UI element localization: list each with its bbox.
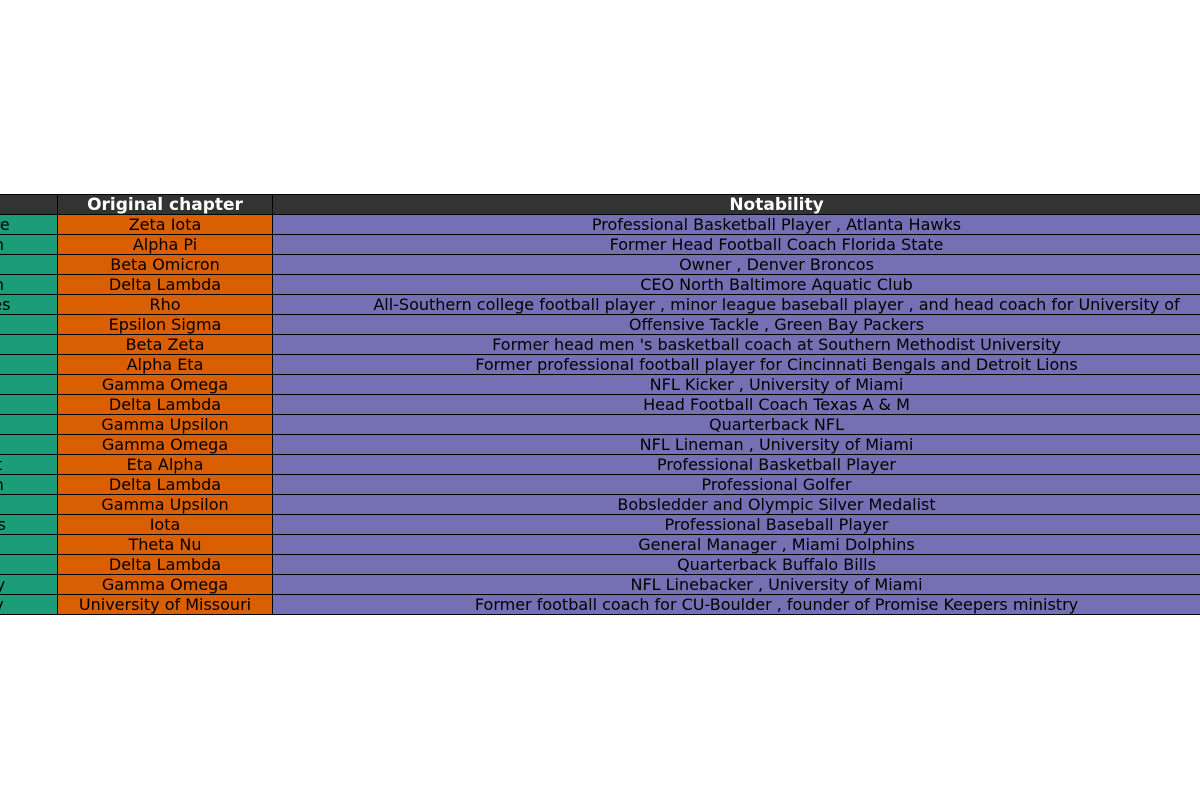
notability-cell: Head Football Coach Texas A & M [272,394,1200,415]
name-cell: el [0,554,58,575]
table-row: enBeta OmicronOwner , Denver Broncos [0,254,1200,275]
name-cell: ant [0,454,58,475]
table-row: onEpsilon SigmaOffensive Tackle , Green … [0,314,1200,335]
name-cell: reys [0,514,58,535]
table-row: eenDelta LambdaProfessional Golfer [0,474,1200,495]
original-chapter-cell: Zeta Iota [57,214,273,235]
table-row: denAlpha PiFormer Head Football Coach Fl… [0,234,1200,255]
table-figure: Original chapter Notability moreZeta Iot… [0,0,1200,800]
notability-cell: Former football coach for CU-Boulder , f… [272,594,1200,615]
table-row: nisAlpha EtaFormer professional football… [0,354,1200,375]
name-cell: tte [0,414,58,435]
notability-cell: All-Southern college football player , m… [272,294,1200,315]
table-row: ysGamma UpsilonBobsledder and Olympic Si… [0,494,1200,515]
column-header-original-chapter: Original chapter [57,194,273,215]
notability-cell: Professional Golfer [272,474,1200,495]
name-cell: ys [0,494,58,515]
notability-cell: Former professional football player for … [272,354,1200,375]
original-chapter-cell: Rho [57,294,273,315]
table-row: moreZeta IotaProfessional Basketball Pla… [0,214,1200,235]
original-chapter-cell: Gamma Upsilon [57,494,273,515]
name-cell: er [0,394,58,415]
name-cell: en [0,254,58,275]
table-header-row: Original chapter Notability [0,194,1200,215]
notability-cell: Professional Baseball Player [272,514,1200,535]
name-cell: more [0,214,58,235]
table-row: esGamma OmegaNFL Kicker , University of … [0,374,1200,395]
notability-cell: Former head men 's basketball coach at S… [272,334,1200,355]
original-chapter-cell: Delta Lambda [57,554,273,575]
table-row: erDelta LambdaHead Football Coach Texas … [0,394,1200,415]
original-chapter-cell: Delta Lambda [57,274,273,295]
original-chapter-cell: Alpha Pi [57,234,273,255]
notability-cell: Professional Basketball Player , Atlanta… [272,214,1200,235]
notability-cell: Quarterback NFL [272,414,1200,435]
notability-cell: Professional Basketball Player [272,454,1200,475]
original-chapter-cell: Beta Omicron [57,254,273,275]
notability-cell: NFL Linebacker , University of Miami [272,574,1200,595]
column-header-notability: Notability [272,194,1200,215]
notability-cell: NFL Kicker , University of Miami [272,374,1200,395]
notability-cell: Quarterback Buffalo Bills [272,554,1200,575]
original-chapter-cell: Delta Lambda [57,474,273,495]
name-cell: es [0,374,58,395]
name-cell: den [0,234,58,255]
original-chapter-cell: University of Missouri [57,594,273,615]
table-row: rtyBeta ZetaFormer head men 's basketbal… [0,334,1200,355]
name-cell: nd [0,534,58,555]
table-row: ndTheta NuGeneral Manager , Miami Dolphi… [0,534,1200,555]
name-cell: on [0,314,58,335]
table-row: nanDelta LambdaCEO North Baltimore Aquat… [0,274,1200,295]
table-row: tteGamma UpsilonQuarterback NFL [0,414,1200,435]
table-row: neyUniversity of MissouriFormer football… [0,594,1200,615]
table-row: idgesRhoAll-Southern college football pl… [0,294,1200,315]
notability-cell: Offensive Tackle , Green Bay Packers [272,314,1200,335]
name-cell: nan [0,274,58,295]
original-chapter-cell: Eta Alpha [57,454,273,475]
name-cell: een [0,474,58,495]
name-cell: rty [0,334,58,355]
alumni-table: Original chapter Notability moreZeta Iot… [0,194,1200,615]
table-row: antEta AlphaProfessional Basketball Play… [0,454,1200,475]
table-row: xGamma OmegaNFL Lineman , University of … [0,434,1200,455]
original-chapter-cell: Theta Nu [57,534,273,555]
table-row: reysIotaProfessional Baseball Player [0,514,1200,535]
name-cell: idges [0,294,58,315]
table-row: elDelta LambdaQuarterback Buffalo Bills [0,554,1200,575]
notability-cell: Owner , Denver Broncos [272,254,1200,275]
original-chapter-cell: Gamma Omega [57,374,273,395]
original-chapter-cell: Gamma Omega [57,574,273,595]
column-header-name [0,194,58,215]
original-chapter-cell: Alpha Eta [57,354,273,375]
name-cell: rthy [0,574,58,595]
table-body: moreZeta IotaProfessional Basketball Pla… [0,214,1200,615]
notability-cell: Bobsledder and Olympic Silver Medalist [272,494,1200,515]
notability-cell: CEO North Baltimore Aquatic Club [272,274,1200,295]
name-cell: x [0,434,58,455]
notability-cell: Former Head Football Coach Florida State [272,234,1200,255]
notability-cell: General Manager , Miami Dolphins [272,534,1200,555]
original-chapter-cell: Iota [57,514,273,535]
original-chapter-cell: Delta Lambda [57,394,273,415]
name-cell: ney [0,594,58,615]
original-chapter-cell: Beta Zeta [57,334,273,355]
original-chapter-cell: Gamma Upsilon [57,414,273,435]
original-chapter-cell: Gamma Omega [57,434,273,455]
original-chapter-cell: Epsilon Sigma [57,314,273,335]
table-row: rthyGamma OmegaNFL Linebacker , Universi… [0,574,1200,595]
notability-cell: NFL Lineman , University of Miami [272,434,1200,455]
name-cell: nis [0,354,58,375]
